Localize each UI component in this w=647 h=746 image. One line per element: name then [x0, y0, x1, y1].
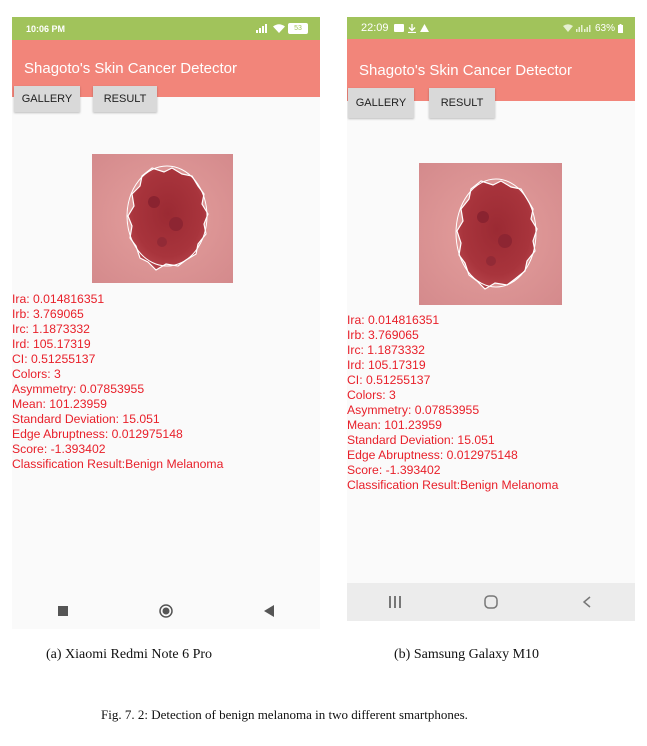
- result-ird: Ird: 105.17319: [12, 337, 91, 351]
- message-icon: [393, 24, 404, 32]
- figure-caption: Fig. 7. 2: Detection of benign melanoma …: [101, 707, 468, 722]
- result-asymmetry: Asymmetry: 0.07853955: [347, 403, 480, 417]
- gallery-button[interactable]: GALLERY: [14, 86, 80, 112]
- caption-xiaomi: (a) Xiaomi Redmi Note 6 Pro: [46, 647, 213, 662]
- analysis-results: Ira: 0.014816351 Irb: 3.769065 Irc: 1.18…: [347, 313, 558, 493]
- analysis-results: Ira: 0.014816351 Irb: 3.769065 Irc: 1.18…: [12, 292, 223, 472]
- result-ira: Ira: 0.014816351: [12, 292, 105, 306]
- result-edge-abruptness: Edge Abruptness: 0.012975148: [12, 427, 183, 441]
- result-edge-abruptness: Edge Abruptness: 0.012975148: [347, 448, 518, 462]
- recents-lines-icon[interactable]: [380, 587, 410, 617]
- result-score: Score: -1.393402: [12, 442, 106, 456]
- status-bar: 10:06 PM 53: [12, 17, 320, 40]
- phone-screen-a: 10:06 PM 53 Shagoto's Skin Cancer Detect…: [12, 17, 320, 629]
- result-irc: Irc: 1.1873332: [347, 343, 425, 357]
- result-mean: Mean: 101.23959: [347, 418, 442, 432]
- recents-square-icon[interactable]: [48, 596, 78, 626]
- result-std-dev: Standard Deviation: 15.051: [347, 433, 495, 447]
- app-title: Shagoto's Skin Cancer Detector: [359, 61, 572, 79]
- nav-bar: [12, 593, 320, 629]
- lesion-image: [419, 163, 562, 305]
- result-colors: Colors: 3: [347, 388, 396, 402]
- result-std-dev: Standard Deviation: 15.051: [12, 412, 160, 426]
- caption-samsung: (b) Samsung Galaxy M10: [394, 647, 540, 662]
- result-ira: Ira: 0.014816351: [347, 313, 440, 327]
- result-colors: Colors: 3: [12, 367, 61, 381]
- status-time: 22:09: [361, 22, 389, 34]
- result-irc: Irc: 1.1873332: [12, 322, 90, 336]
- result-classification: Classification Result:Benign Melanoma: [347, 478, 559, 492]
- back-triangle-icon[interactable]: [254, 596, 284, 626]
- status-bar: 22:09 63%: [347, 17, 635, 39]
- home-circle-icon[interactable]: [151, 596, 181, 626]
- warning-icon: [419, 24, 429, 32]
- battery-icon: 53: [288, 23, 308, 34]
- gallery-button[interactable]: GALLERY: [348, 88, 414, 118]
- result-ci: CI: 0.51255137: [347, 373, 431, 387]
- lesion-image: [92, 154, 233, 283]
- result-score: Score: -1.393402: [347, 463, 441, 477]
- nav-bar: [347, 583, 635, 621]
- battery-percent: 63%: [594, 22, 615, 34]
- signal-icon: [256, 24, 267, 33]
- battery-icon: [618, 23, 623, 33]
- result-ird: Ird: 105.17319: [347, 358, 426, 372]
- wifi-icon: [562, 24, 573, 32]
- result-asymmetry: Asymmetry: 0.07853955: [12, 382, 145, 396]
- home-rounded-icon[interactable]: [476, 587, 506, 617]
- result-button[interactable]: RESULT: [93, 86, 157, 112]
- result-mean: Mean: 101.23959: [12, 397, 107, 411]
- status-time: 10:06 PM: [26, 23, 66, 34]
- result-irb: Irb: 3.769065: [347, 328, 419, 342]
- download-icon: [407, 23, 416, 33]
- wifi-icon: [273, 24, 285, 33]
- app-title: Shagoto's Skin Cancer Detector: [24, 60, 237, 77]
- result-classification: Classification Result:Benign Melanoma: [12, 457, 224, 471]
- result-irb: Irb: 3.769065: [12, 307, 84, 321]
- back-chevron-icon[interactable]: [572, 587, 602, 617]
- phone-screen-b: 22:09 63% Shagoto's Skin Cancer Detector…: [347, 17, 635, 621]
- signal-icon: [575, 25, 591, 32]
- result-ci: CI: 0.51255137: [12, 352, 96, 366]
- result-button[interactable]: RESULT: [429, 88, 495, 118]
